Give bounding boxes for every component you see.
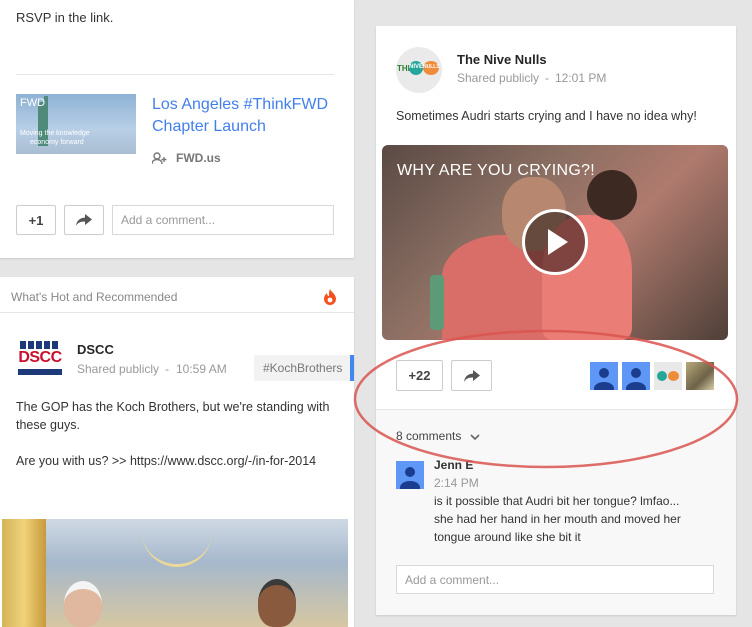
video-bottle bbox=[430, 275, 444, 330]
nive-avatar[interactable]: THE NIVE NULLS bbox=[396, 47, 442, 93]
link-title-line1[interactable]: Los Angeles #ThinkFWD bbox=[152, 96, 328, 114]
person-right-head bbox=[258, 579, 296, 627]
nive-post-card: THE NIVE NULLS The Nive Nulls Shared pub… bbox=[376, 26, 736, 615]
chandelier-icon bbox=[142, 527, 212, 567]
plus-one-button[interactable]: +1 bbox=[16, 205, 56, 235]
comment-time[interactable]: 2:14 PM bbox=[434, 476, 479, 490]
link-thumbnail[interactable]: FWD Moving the knowledge economy forward bbox=[16, 94, 136, 154]
hashtag-label: #KochBrothers bbox=[263, 361, 343, 375]
annotation-ellipse bbox=[353, 329, 739, 469]
post-body-line3: Are you with us? >> https://www.dscc.org… bbox=[16, 454, 317, 468]
video-title: WHY ARE YOU CRYING?! bbox=[397, 162, 596, 179]
person-left-head bbox=[64, 581, 102, 627]
post-author[interactable]: DSCC bbox=[77, 342, 114, 357]
comment-line2: she had her hand in her mouth and moved … bbox=[434, 512, 681, 526]
link-title-line2[interactable]: Chapter Launch bbox=[152, 118, 266, 136]
comment-line1: is it possible that Audri bit her tongue… bbox=[434, 494, 680, 508]
dscc-logo-stars bbox=[20, 341, 60, 349]
share-button[interactable] bbox=[64, 205, 104, 235]
thumb-caption-2: economy forward bbox=[30, 139, 84, 146]
left-post-card: RSVP in the link. FWD Moving the knowled… bbox=[0, 0, 354, 258]
post-dot: - bbox=[545, 71, 549, 85]
video-thumbnail[interactable]: WHY ARE YOU CRYING?! bbox=[382, 145, 728, 340]
hashtag-badge[interactable]: #KochBrothers bbox=[254, 355, 354, 381]
dscc-logo-bar bbox=[18, 369, 62, 375]
comment-input[interactable]: Add a comment... bbox=[396, 565, 714, 594]
post-body-line1: The GOP has the Koch Brothers, but we're… bbox=[16, 400, 330, 414]
flame-icon bbox=[323, 289, 337, 305]
play-icon[interactable] bbox=[522, 209, 588, 275]
post-body-line2: these guys. bbox=[16, 418, 80, 432]
nive-logo-nive: NIVE bbox=[409, 64, 424, 70]
post-body-text: RSVP in the link. bbox=[16, 10, 114, 25]
share-arrow-icon bbox=[76, 214, 92, 226]
thumb-logo: FWD bbox=[20, 97, 46, 109]
recommended-card: What's Hot and Recommended DSCC DSCC Sha… bbox=[0, 277, 354, 627]
post-shared: Shared publicly bbox=[457, 71, 540, 85]
divider bbox=[16, 74, 334, 75]
post-author[interactable]: The Nive Nulls bbox=[457, 52, 547, 67]
post-dot: - bbox=[165, 362, 169, 376]
dscc-logo-text: DSCC bbox=[18, 349, 62, 366]
thumb-caption-1: Moving the knowledge bbox=[20, 130, 90, 137]
curtain-left bbox=[2, 519, 46, 627]
post-shared: Shared publicly bbox=[77, 362, 160, 376]
divider bbox=[0, 312, 354, 313]
link-source-icon bbox=[151, 151, 167, 165]
section-title: What's Hot and Recommended bbox=[11, 290, 178, 304]
link-source[interactable]: FWD.us bbox=[176, 151, 221, 165]
dscc-avatar[interactable]: DSCC bbox=[16, 341, 64, 379]
post-image[interactable] bbox=[2, 519, 348, 627]
post-time[interactable]: 12:01 PM bbox=[555, 71, 606, 85]
comment-line3: tongue around like she bit it bbox=[434, 530, 581, 544]
post-body: Sometimes Audri starts crying and I have… bbox=[396, 109, 697, 123]
nive-logo-nulls: NULLS bbox=[423, 64, 440, 70]
comment-input[interactable]: Add a comment... bbox=[112, 205, 334, 235]
post-time[interactable]: 10:59 AM bbox=[176, 362, 227, 376]
